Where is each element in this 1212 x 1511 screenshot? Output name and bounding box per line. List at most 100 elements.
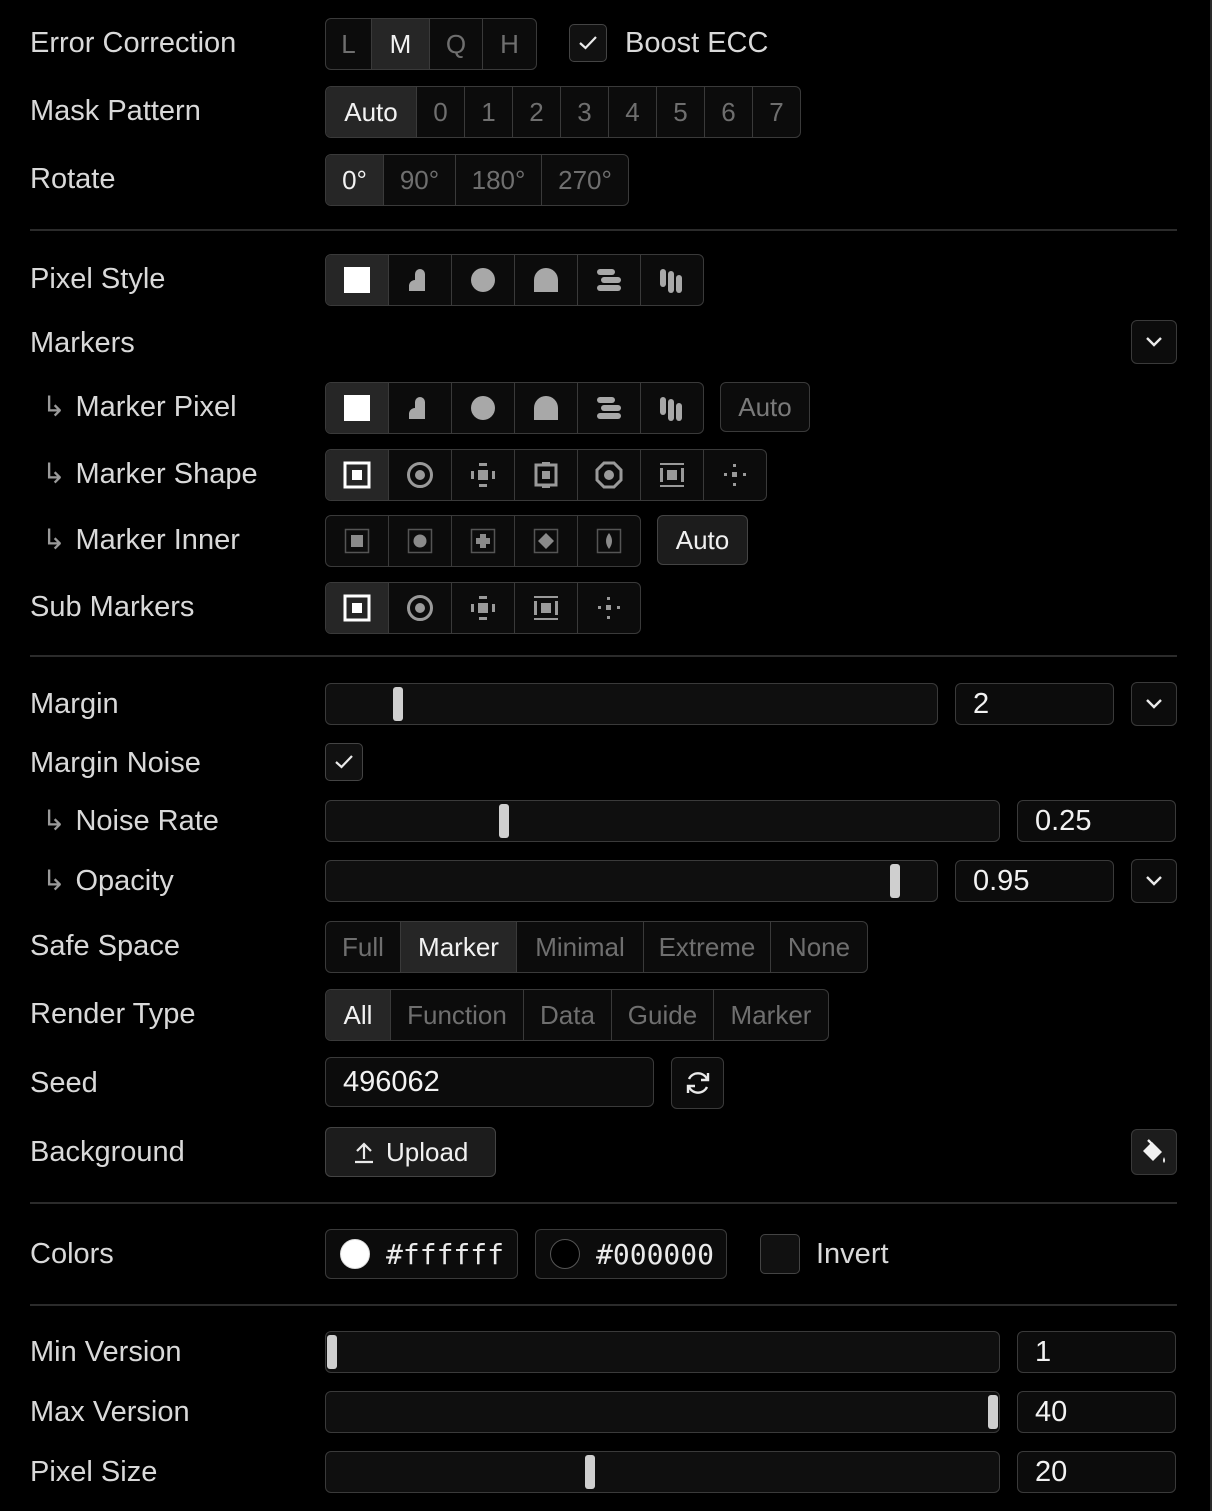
min-version-slider[interactable] [325, 1331, 1000, 1373]
mask-option-auto[interactable]: Auto [326, 87, 417, 137]
randomize-seed-button[interactable] [671, 1057, 724, 1109]
render-type-function[interactable]: Function [391, 990, 524, 1040]
marker-inner-diamond[interactable] [515, 516, 578, 566]
sub-markers-label: Sub Markers [30, 591, 195, 623]
ecc-option-q[interactable]: Q [430, 19, 483, 69]
sub-marker-random[interactable] [578, 583, 640, 633]
mask-option-6[interactable]: 6 [705, 87, 753, 137]
margin-expand-button[interactable] [1131, 682, 1177, 726]
min-version-input[interactable]: 1 [1017, 1331, 1176, 1373]
dot-square-icon [409, 269, 425, 291]
min-version-slider-thumb[interactable] [327, 1335, 337, 1369]
pixel-style-rows[interactable] [578, 255, 641, 305]
marker-shape-plus[interactable] [452, 450, 515, 500]
pixel-style-square[interactable] [326, 255, 389, 305]
mask-option-5[interactable]: 5 [657, 87, 705, 137]
rotate-option-180[interactable]: 180° [456, 155, 542, 205]
ecc-option-l[interactable]: L [326, 19, 372, 69]
mask-option-2[interactable]: 2 [513, 87, 561, 137]
mask-option-3[interactable]: 3 [561, 87, 609, 137]
marker-inner-circle[interactable] [389, 516, 452, 566]
mask-option-1[interactable]: 1 [465, 87, 513, 137]
noise-rate-slider[interactable] [325, 800, 1000, 842]
pixel-style-dot-square[interactable] [389, 255, 452, 305]
sub-marker-tiny-plus[interactable] [515, 583, 578, 633]
marker-pixel-rows[interactable] [578, 383, 641, 433]
settings-panel: Error Correction L M Q H Boost ECC Mask … [0, 0, 1212, 1511]
sub-arrow-icon: ↳ [42, 805, 66, 836]
render-type-all[interactable]: All [326, 990, 391, 1040]
mask-option-0[interactable]: 0 [417, 87, 465, 137]
marker-pixel-auto-button[interactable]: Auto [720, 382, 810, 432]
max-version-slider-thumb[interactable] [988, 1395, 998, 1429]
noise-rate-slider-thumb[interactable] [498, 804, 509, 838]
mask-option-7[interactable]: 7 [753, 87, 800, 137]
marker-shape-tiny-plus[interactable] [641, 450, 704, 500]
safe-space-marker[interactable]: Marker [401, 922, 517, 972]
pixel-style-label: Pixel Style [30, 263, 166, 295]
pixel-size-slider[interactable] [325, 1451, 1000, 1493]
marker-inner-auto-button[interactable]: Auto [657, 515, 748, 565]
sub-marker-circle[interactable] [389, 583, 452, 633]
rotate-option-90[interactable]: 90° [384, 155, 456, 205]
opacity-input[interactable]: 0.95 [955, 860, 1114, 902]
margin-input[interactable]: 2 [955, 683, 1114, 725]
marker-pixel-rounded[interactable] [515, 383, 578, 433]
safe-space-minimal[interactable]: Minimal [517, 922, 644, 972]
margin-slider-thumb[interactable] [392, 687, 403, 721]
pixel-style-rounded[interactable] [515, 255, 578, 305]
ecc-option-h[interactable]: H [483, 19, 536, 69]
marker-shape-circle[interactable] [389, 450, 452, 500]
opacity-slider-thumb[interactable] [890, 864, 901, 898]
light-color-picker[interactable]: #ffffff [325, 1229, 518, 1279]
opacity-expand-button[interactable] [1131, 859, 1177, 903]
opacity-slider[interactable] [325, 860, 938, 902]
marker-pixel-dot-square[interactable] [389, 383, 452, 433]
marker-pixel-square[interactable] [326, 383, 389, 433]
pixel-style-circle[interactable] [452, 255, 515, 305]
render-type-marker[interactable]: Marker [714, 990, 828, 1040]
section-divider [30, 1304, 1177, 1306]
background-fill-button[interactable] [1131, 1129, 1177, 1175]
error-correction-selector: L M Q H [325, 18, 537, 70]
marker-pixel-columns[interactable] [641, 383, 703, 433]
noise-rate-input[interactable]: 0.25 [1017, 800, 1176, 842]
circle-marker-icon [407, 462, 433, 488]
markers-expand-button[interactable] [1131, 320, 1177, 364]
sub-marker-plus[interactable] [452, 583, 515, 633]
upload-background-button[interactable]: Upload [325, 1127, 496, 1177]
ecc-option-m[interactable]: M [372, 19, 430, 69]
margin-slider[interactable] [325, 683, 938, 725]
safe-space-full[interactable]: Full [326, 922, 401, 972]
pixel-style-columns[interactable] [641, 255, 703, 305]
section-divider [30, 1202, 1177, 1204]
rotate-option-0[interactable]: 0° [326, 155, 384, 205]
sub-markers-selector [325, 582, 641, 634]
max-version-input[interactable]: 40 [1017, 1391, 1176, 1433]
seed-input[interactable]: 496062 [325, 1057, 654, 1107]
mask-option-4[interactable]: 4 [609, 87, 657, 137]
marker-inner-eye[interactable] [578, 516, 640, 566]
safe-space-extreme[interactable]: Extreme [644, 922, 771, 972]
invert-checkbox[interactable] [760, 1234, 800, 1274]
max-version-slider[interactable] [325, 1391, 1000, 1433]
pixel-size-input[interactable]: 20 [1017, 1451, 1176, 1493]
marker-inner-plus[interactable] [452, 516, 515, 566]
render-type-guide[interactable]: Guide [612, 990, 714, 1040]
sub-marker-box[interactable] [326, 583, 389, 633]
marker-shape-random[interactable] [704, 450, 766, 500]
marker-inner-square[interactable] [326, 516, 389, 566]
marker-pixel-circle[interactable] [452, 383, 515, 433]
upload-icon [355, 1142, 373, 1164]
rotate-option-270[interactable]: 270° [542, 155, 628, 205]
marker-shape-octagon[interactable] [578, 450, 641, 500]
safe-space-none[interactable]: None [771, 922, 867, 972]
box-marker-icon [343, 594, 371, 622]
boost-ecc-checkbox[interactable] [569, 24, 607, 62]
render-type-data[interactable]: Data [524, 990, 612, 1040]
dark-color-picker[interactable]: #000000 [535, 1229, 727, 1279]
marker-shape-box[interactable] [326, 450, 389, 500]
marker-shape-box-plus[interactable] [515, 450, 578, 500]
pixel-size-slider-thumb[interactable] [584, 1455, 595, 1489]
margin-noise-checkbox[interactable] [325, 743, 363, 781]
